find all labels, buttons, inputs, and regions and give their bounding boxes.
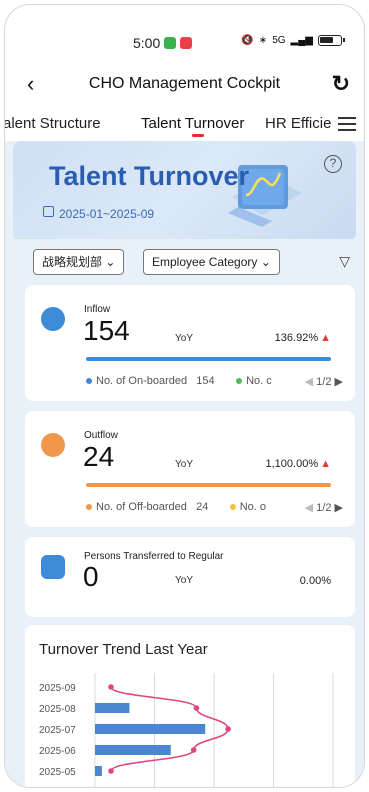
outflow-card[interactable]: Outflow 24 YoY 1,100.00% ▲ No. of Off-boa… [25, 411, 355, 527]
trend-bar [95, 703, 130, 713]
turnover-banner: Talent Turnover 2025-01~2025-09 ? [13, 141, 356, 241]
status-bar: 5:00 🔇 ∗ 5G ▂▄▆ [5, 5, 364, 61]
employee-category-select[interactable]: Employee Category ⌄ [143, 249, 280, 275]
trend-bar [95, 745, 171, 755]
tab-hr-efficiency[interactable]: HR Efficie [265, 115, 331, 132]
regular-yoy-label: YoY [175, 575, 193, 586]
trend-line-point [193, 705, 200, 711]
status-indicators: 🔇 ∗ 5G ▂▄▆ [241, 35, 345, 46]
y-tick-label: 2025-07 [39, 725, 76, 736]
outflow-yoy-pct: 1,100.00% [265, 458, 319, 470]
regular-transfer-card[interactable]: Persons Transferred to Regular 0 YoY 0.0… [25, 537, 355, 617]
legend-dot-icon [236, 378, 243, 385]
department-select-label: 战略规划部 [42, 255, 103, 269]
inflow-person-icon [41, 307, 65, 331]
banner-title: Talent Turnover [49, 161, 250, 191]
regular-yoy-pct: 0.00% [299, 575, 331, 587]
inflow-yoy-pct: 136.92% [274, 332, 319, 344]
notification-app-icon [180, 37, 193, 49]
category-select-label: Employee Category [152, 255, 258, 269]
trend-line-point [108, 684, 114, 690]
prev-page-icon[interactable]: ◀ [305, 376, 313, 388]
tab-talent-structure[interactable]: alent Structure [5, 115, 101, 132]
legend-dot-icon [86, 378, 92, 385]
trend-title: Turnover Trend Last Year [39, 641, 208, 658]
app-header: ‹ CHO Management Cockpit ↻ [5, 67, 364, 101]
department-select[interactable]: 战略规划部 ⌄ [33, 249, 125, 275]
legend-dot-icon [86, 504, 92, 511]
regular-label: Persons Transferred to Regular [84, 551, 224, 562]
inflow-label: Inflow [84, 304, 111, 315]
inflow-bar [86, 357, 331, 361]
filter-icon[interactable]: ▽ [339, 253, 350, 270]
network-label: 5G [272, 35, 286, 46]
outflow-person-icon [41, 433, 65, 457]
outflow-legend-primary: No. of Off-boarded [96, 501, 187, 513]
y-tick-label: 2025-05 [39, 767, 76, 778]
help-icon[interactable]: ? [324, 155, 342, 173]
outflow-pager[interactable]: ◀ 1/2 ▶ [305, 501, 343, 514]
inflow-card[interactable]: Inflow 154 YoY 136.92% ▲ No. of On-boarde… [25, 285, 355, 401]
phone-frame: 5:00 🔇 ∗ 5G ▂▄▆ ‹ CHO Management Cockpit… [4, 4, 365, 788]
outflow-label: Outflow [84, 430, 118, 441]
chevron-down-icon: ⌄ [260, 255, 271, 269]
y-tick-label: 2025-09 [39, 683, 76, 694]
mute-icon: 🔇 [241, 35, 254, 46]
inflow-pager[interactable]: ◀ 1/2 ▶ [305, 375, 343, 388]
page-title: CHO Management Cockpit [88, 75, 281, 92]
up-arrow-icon: ▲ [320, 332, 331, 344]
signal-icon: ▂▄▆ [290, 35, 313, 46]
outflow-yoy-pct-wrap: 1,100.00% ▲ [266, 458, 332, 470]
turnover-trend-card: Turnover Trend Last Year 2025-09 2025-08 2… [25, 625, 355, 787]
content-area: Talent Turnover 2025-01~2025-09 ? 战略规划部 … [5, 141, 364, 787]
menu-icon[interactable] [338, 117, 356, 131]
inflow-pager-text: 1/2 [316, 376, 332, 388]
status-time-group: 5:00 [133, 35, 193, 51]
y-tick-label: 2025-06 [39, 746, 76, 757]
up-arrow-icon: ▲ [320, 458, 331, 470]
inflow-legend-primary: No. of On-boarded [96, 375, 188, 387]
outflow-legend-primary-value: 24 [196, 501, 209, 513]
prev-page-icon[interactable]: ◀ [305, 502, 313, 514]
active-tab-indicator [192, 134, 204, 137]
inflow-legend: No. of On-boarded 154 No. c [86, 375, 272, 387]
y-tick-label: 2025-08 [39, 704, 76, 715]
outflow-legend-secondary: No. o [239, 501, 267, 513]
trend-bar [95, 724, 206, 734]
wechat-icon [164, 37, 177, 49]
date-range[interactable]: 2025-01~2025-09 [59, 207, 154, 221]
chevron-down-icon: ⌄ [105, 255, 116, 269]
status-time: 5:00 [133, 35, 161, 51]
outflow-legend: No. of Off-boarded 24 No. o [86, 501, 266, 513]
regular-value: 0 [83, 561, 99, 592]
tab-talent-turnover[interactable]: Talent Turnover [141, 115, 244, 132]
trend-bar [95, 766, 102, 776]
battery-icon [318, 35, 345, 46]
calendar-icon [43, 206, 54, 217]
outflow-pager-text: 1/2 [316, 502, 332, 514]
inflow-yoy-pct-wrap: 136.92% ▲ [275, 332, 331, 344]
document-icon [41, 555, 65, 579]
legend-dot-icon [229, 504, 236, 511]
inflow-value: 154 [83, 315, 130, 346]
next-page-icon[interactable]: ▶ [335, 502, 343, 514]
inflow-legend-primary-value: 154 [196, 375, 215, 387]
filter-bar: 战略规划部 ⌄ Employee Category ⌄ ▽ [13, 239, 356, 285]
outflow-value: 24 [83, 441, 115, 472]
trend-line-point [108, 768, 114, 774]
trend-line-point [190, 747, 197, 753]
inflow-legend-secondary: No. c [246, 375, 272, 387]
trend-chart: 2025-09 2025-08 2025-07 2025-06 2025-05 [39, 673, 334, 787]
outflow-bar [86, 483, 331, 487]
refresh-icon[interactable]: ↻ [332, 71, 350, 97]
bluetooth-icon: ∗ [258, 35, 268, 46]
inflow-yoy-label: YoY [175, 333, 193, 344]
next-page-icon[interactable]: ▶ [335, 376, 343, 388]
trend-line-point [225, 726, 231, 732]
outflow-yoy-label: YoY [175, 459, 193, 470]
tab-bar: alent Structure Talent Turnover HR Effic… [5, 109, 364, 141]
